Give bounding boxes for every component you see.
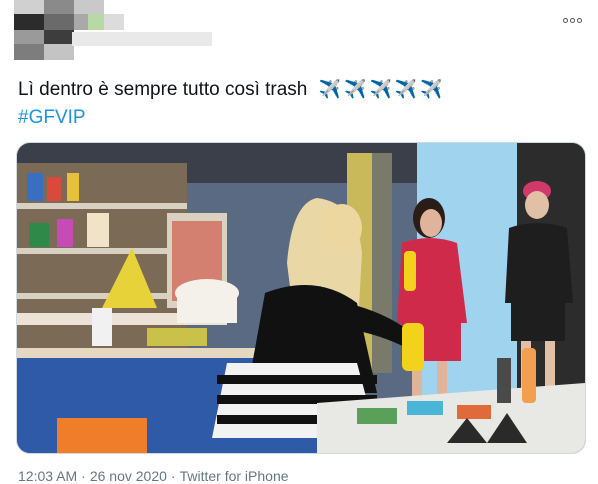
hashtag-link[interactable]: #GFVIP [18, 104, 86, 132]
tweet-source[interactable]: Twitter for iPhone [180, 468, 289, 484]
more-options-button[interactable] [560, 10, 584, 30]
blurred-username[interactable] [72, 32, 212, 46]
tweet-header [0, 0, 598, 60]
blurred-avatar[interactable] [14, 0, 124, 60]
tweet-date[interactable]: 26 nov 2020 [90, 468, 167, 484]
media-illustration [17, 143, 585, 453]
more-dot [569, 17, 575, 23]
more-horizontal-icon [562, 17, 568, 23]
footer-separator-2: · [170, 468, 176, 484]
tweet-text-body: Lì dentro è sempre tutto così trash [18, 79, 308, 100]
footer-separator: · [81, 468, 86, 484]
tweet-media-image[interactable] [16, 142, 586, 454]
tweet-time[interactable]: 12:03 AM [18, 468, 77, 484]
more-dot [576, 17, 582, 23]
tweet-footer: 12:03 AM · 26 nov 2020 · Twitter for iPhone [18, 468, 289, 484]
airplane-icon: ✈️✈️✈️✈️✈️ [318, 79, 446, 99]
tweet-text: Lì dentro è sempre tutto così trash ✈️✈️… [18, 75, 446, 104]
